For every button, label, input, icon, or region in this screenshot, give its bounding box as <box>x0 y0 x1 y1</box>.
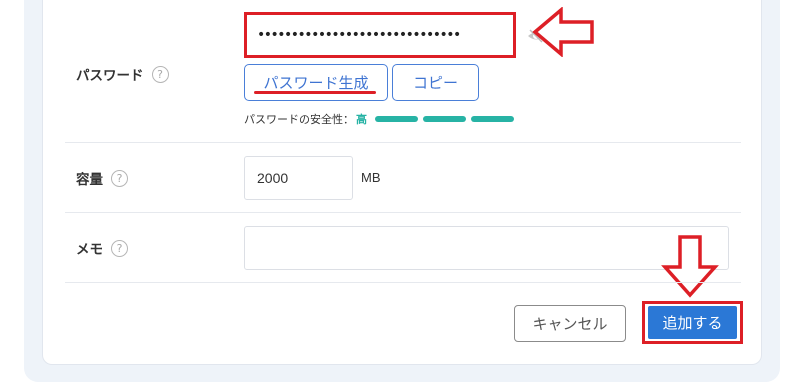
copy-button[interactable]: コピー <box>392 64 479 101</box>
annotation-underline <box>254 91 376 94</box>
add-label: 追加する <box>662 315 723 332</box>
memo-input[interactable] <box>244 226 729 270</box>
memo-row-label: メモ ? <box>76 238 128 258</box>
memo-label: メモ <box>76 242 103 258</box>
password-strength: パスワードの安全性： 高 <box>244 111 519 127</box>
strength-label: パスワードの安全性： <box>244 114 354 126</box>
strength-bar-segment <box>375 116 418 122</box>
row-divider <box>65 282 741 283</box>
cancel-button[interactable]: キャンセル <box>514 305 626 342</box>
row-divider <box>65 212 741 213</box>
capacity-unit: MB <box>361 170 381 185</box>
arrow-down-icon <box>661 235 719 298</box>
strength-bar-segment <box>471 116 514 122</box>
password-label: パスワード <box>76 68 144 84</box>
password-row-label: パスワード ? <box>76 64 169 84</box>
capacity-row-label: 容量 ? <box>76 168 128 188</box>
strength-bar-segment <box>423 116 466 122</box>
add-button[interactable]: 追加する <box>648 306 737 339</box>
generate-password-button[interactable]: パスワード生成 <box>244 64 388 101</box>
question-circle-icon[interactable]: ? <box>111 239 128 257</box>
capacity-input[interactable] <box>244 156 353 200</box>
generate-password-label: パスワード生成 <box>263 75 369 92</box>
password-input[interactable] <box>244 12 516 58</box>
arrow-left-icon <box>532 7 594 57</box>
cancel-label: キャンセル <box>532 316 608 333</box>
copy-label: コピー <box>412 75 458 92</box>
capacity-label: 容量 <box>76 172 103 188</box>
strength-value: 高 <box>356 114 367 126</box>
question-circle-icon[interactable]: ? <box>151 65 169 83</box>
row-divider <box>65 142 741 143</box>
question-circle-icon[interactable]: ? <box>111 169 128 187</box>
